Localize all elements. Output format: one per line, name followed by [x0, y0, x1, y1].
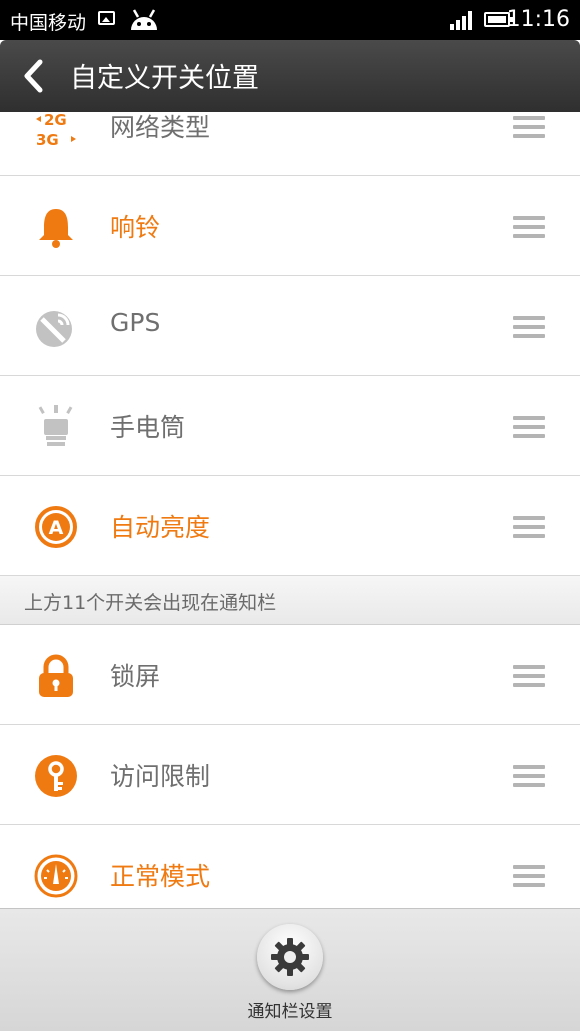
android-icon	[131, 9, 157, 30]
list-item-label: GPS	[110, 308, 161, 337]
drag-handle-icon[interactable]	[513, 116, 545, 138]
notification-settings-label: 通知栏设置	[247, 1002, 333, 1022]
status-bar: 中国移动 11:16	[0, 0, 580, 40]
toggle-order-list: 2G 3G 网络类型 响铃 GPS 手电筒 A 自动亮度 上方11个开关会出现在…	[0, 112, 580, 908]
list-item-label: 手电筒	[110, 413, 186, 442]
title-bar: 自定义开关位置	[0, 40, 580, 112]
drag-handle-icon[interactable]	[513, 865, 545, 887]
bell-icon	[39, 209, 73, 248]
clock: 11:16	[506, 7, 570, 32]
auto-brightness-icon: A	[35, 506, 77, 548]
image-notification-icon	[98, 11, 115, 25]
list-item-access-restriction[interactable]: 访问限制	[0, 725, 580, 825]
list-item-gps[interactable]: GPS	[0, 276, 580, 376]
svg-text:3G: 3G	[36, 131, 59, 149]
drag-handle-icon[interactable]	[513, 765, 545, 787]
drag-handle-icon[interactable]	[513, 316, 545, 338]
signal-icon	[450, 11, 472, 30]
svg-text:2G: 2G	[44, 112, 67, 129]
lock-icon	[39, 654, 73, 697]
list-item-label: 访问限制	[110, 762, 211, 791]
network-type-icon: 2G 3G	[36, 112, 76, 149]
section-divider: 上方11个开关会出现在通知栏	[0, 576, 580, 625]
list-item-normal-mode[interactable]: 正常模式	[0, 825, 580, 908]
list-item-label: 锁屏	[110, 662, 161, 691]
gps-icon	[36, 311, 72, 347]
list-item-ringer[interactable]: 响铃	[0, 176, 580, 276]
back-arrow-icon[interactable]	[18, 58, 52, 94]
gear-icon	[271, 938, 309, 976]
drag-handle-icon[interactable]	[513, 665, 545, 687]
list-item-label: 自动亮度	[110, 513, 211, 542]
list-item-label: 网络类型	[110, 113, 211, 142]
drag-handle-icon[interactable]	[513, 516, 545, 538]
list-item-lock-screen[interactable]: 锁屏	[0, 625, 580, 725]
list-item-label: 正常模式	[110, 862, 211, 891]
page-title: 自定义开关位置	[70, 63, 259, 94]
key-icon	[35, 755, 77, 797]
speedometer-icon	[34, 854, 78, 898]
svg-text:A: A	[49, 517, 64, 539]
carrier-label: 中国移动	[10, 12, 87, 34]
bottom-bar: 通知栏设置	[0, 908, 580, 1031]
drag-handle-icon[interactable]	[513, 216, 545, 238]
section-divider-label: 上方11个开关会出现在通知栏	[24, 592, 277, 614]
list-item-flashlight[interactable]: 手电筒	[0, 376, 580, 476]
list-item-auto-brightness[interactable]: A 自动亮度	[0, 476, 580, 576]
list-item-label: 响铃	[110, 213, 161, 242]
drag-handle-icon[interactable]	[513, 416, 545, 438]
flashlight-icon	[38, 405, 73, 446]
notification-settings-button[interactable]	[257, 924, 323, 990]
list-item-network-type[interactable]: 2G 3G 网络类型	[0, 112, 580, 176]
